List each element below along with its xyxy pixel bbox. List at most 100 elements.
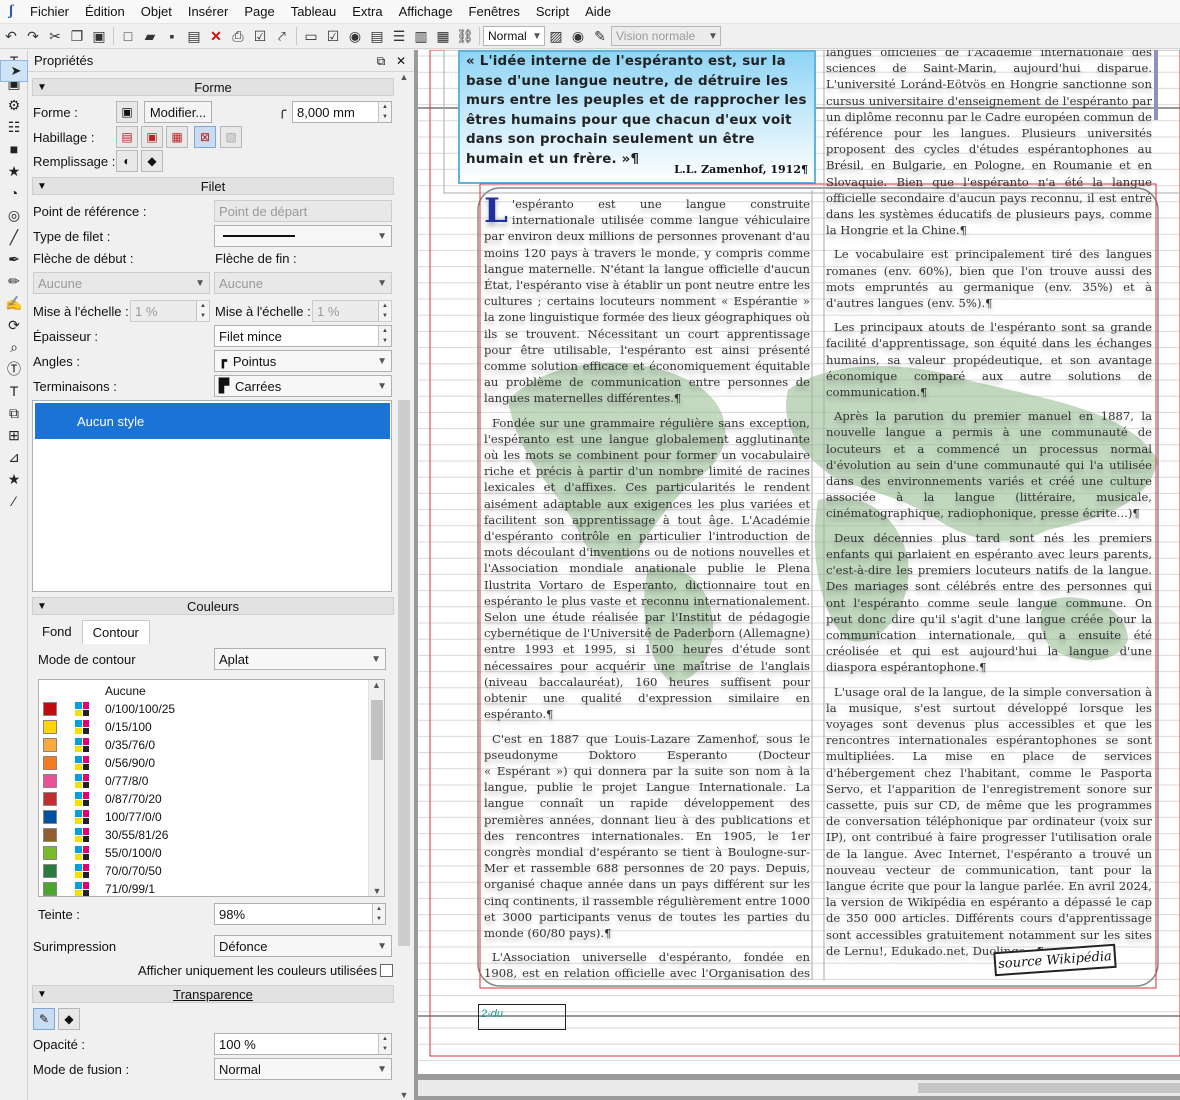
print-icon[interactable]: ⎙ (227, 25, 249, 47)
wrap-none-icon[interactable]: ▤ (116, 126, 138, 148)
menu-aide[interactable]: Aide (577, 0, 619, 24)
rotate-tool-icon[interactable]: ⟳ (0, 314, 28, 336)
wrap-bbox-icon[interactable]: ▦ (166, 126, 188, 148)
echelle-input-2[interactable]: 1 % ▲ ▼ (312, 300, 392, 322)
calligraphic-tool-icon[interactable]: ✍ (0, 292, 28, 314)
teinte-input[interactable]: 98% ▲ ▼ (214, 903, 386, 925)
scroll-down-icon[interactable]: ▼ (369, 886, 384, 896)
redo-icon[interactable]: ↷ (22, 25, 44, 47)
scroll-up-icon[interactable]: ▲ (396, 72, 412, 82)
fusion-select[interactable]: Normal ▼ (214, 1058, 392, 1080)
fleche-debut-select[interactable]: Aucune ▼ (33, 272, 210, 294)
pdf-export-icon[interactable]: ⤤ (271, 25, 293, 47)
color-row[interactable]: 30/55/81/26 (39, 826, 369, 844)
terminaisons-select[interactable]: ▛ Carrées ▼ (214, 375, 392, 397)
color-list-scrollbar[interactable]: ▲ ▼ (368, 680, 384, 896)
horizontal-scrollbar[interactable] (418, 1080, 1180, 1096)
menu-inserer[interactable]: Insérer (180, 0, 236, 24)
line-tool-icon[interactable]: ╱ (0, 226, 28, 248)
epaisseur-spinner[interactable]: ▲ ▼ (378, 326, 391, 346)
text-column-left[interactable]: L'espéranto est une langue construite in… (484, 196, 810, 980)
modifier-button[interactable]: Modifier... (144, 101, 212, 123)
color-row[interactable]: 0/35/76/0 (39, 736, 369, 754)
shape-tool-icon[interactable]: ■ (0, 138, 28, 160)
spin-down-icon[interactable]: ▼ (197, 311, 209, 321)
spin-up-icon[interactable]: ▲ (379, 102, 391, 112)
edit-mode-select[interactable]: Normal ▼ (483, 26, 545, 46)
color-row[interactable]: 100/77/0/0 (39, 808, 369, 826)
menu-script[interactable]: Script (528, 0, 577, 24)
angles-select[interactable]: ┏ Pointus ▼ (214, 350, 392, 372)
scrollbar-thumb[interactable] (371, 700, 383, 760)
teinte-spinner[interactable]: ▲ ▼ (372, 904, 385, 924)
link-frames-tool-icon[interactable]: ⧉ (0, 402, 28, 424)
tab-contour[interactable]: Contour (81, 620, 150, 644)
story-editor-tool-icon[interactable]: T (0, 380, 28, 402)
render-frame-tool-icon[interactable]: ⚙ (0, 94, 28, 116)
menu-tableau[interactable]: Tableau (283, 0, 345, 24)
color-row[interactable]: 0/87/70/20 (39, 790, 369, 808)
panel-scrollbar[interactable]: ▲ ▼ (396, 72, 412, 1100)
polygon-tool-icon[interactable]: ★ (0, 160, 28, 182)
menu-objet[interactable]: Objet (133, 0, 180, 24)
preflight-icon[interactable]: ☑ (249, 25, 271, 47)
scrollbar-thumb[interactable] (918, 1083, 1180, 1093)
spin-down-icon[interactable]: ▼ (379, 311, 391, 321)
menu-page[interactable]: Page (236, 0, 282, 24)
close-document-icon[interactable]: ✕ (205, 25, 227, 47)
combo-box-icon[interactable]: ▥ (410, 25, 432, 47)
menu-fichier[interactable]: Fichier (22, 0, 77, 24)
stroke-transparency-icon[interactable]: ✎ (33, 1008, 55, 1030)
spin-up-icon[interactable]: ▲ (379, 1034, 391, 1044)
shape-icon[interactable]: ▣ (116, 101, 138, 123)
undo-icon[interactable]: ↶ (0, 25, 22, 47)
open-document-icon[interactable]: ▰ (139, 25, 161, 47)
wrap-shape-icon[interactable]: ▣ (141, 126, 163, 148)
color-row[interactable]: 0/15/100 (39, 718, 369, 736)
select-tool-icon[interactable]: ➤ (0, 60, 28, 82)
menu-edition[interactable]: Édition (77, 0, 133, 24)
echelle-spinner-2[interactable]: ▲ ▼ (378, 301, 391, 321)
document-page[interactable]: « L'idée interne de l'espéranto est, sur… (418, 50, 1180, 1074)
fill-transparency-icon[interactable]: ◆ (58, 1008, 80, 1030)
color-row[interactable]: 55/0/100/0 (39, 844, 369, 862)
spin-down-icon[interactable]: ▼ (379, 1044, 391, 1054)
menu-fenetres[interactable]: Fenêtres (461, 0, 528, 24)
cut-icon[interactable]: ✂ (44, 25, 66, 47)
color-row[interactable]: 0/77/8/0 (39, 772, 369, 790)
copy-icon[interactable]: ❐ (66, 25, 88, 47)
close-icon[interactable]: ✕ (392, 52, 410, 70)
menu-extra[interactable]: Extra (344, 0, 390, 24)
fill-nonzero-icon[interactable]: ◆ (141, 150, 163, 172)
scroll-down-icon[interactable]: ▼ (396, 1090, 412, 1100)
scroll-up-icon[interactable]: ▲ (369, 680, 384, 690)
color-row-none[interactable]: Aucune (39, 682, 369, 700)
bezier-tool-icon[interactable]: ✒ (0, 248, 28, 270)
paste-icon[interactable]: ▣ (88, 25, 110, 47)
zoom-tool-icon[interactable]: ⌕ (0, 336, 28, 358)
opacite-spinner[interactable]: ▲ ▼ (378, 1034, 391, 1054)
tab-fond[interactable]: Fond (32, 620, 82, 644)
copy-properties-tool-icon[interactable]: ★ (0, 468, 28, 490)
epaisseur-input[interactable]: Filet mince ▲ ▼ (214, 325, 392, 347)
wrap-image-icon[interactable]: ▧ (220, 126, 242, 148)
surimpression-select[interactable]: Défonce ▼ (214, 935, 392, 957)
pdf-text-annotation-icon[interactable]: ▦ (432, 25, 454, 47)
spin-down-icon[interactable]: ▼ (379, 112, 391, 122)
color-row[interactable]: 71/0/99/1 (39, 880, 369, 896)
spiral-tool-icon[interactable]: ◎ (0, 204, 28, 226)
section-transparence[interactable]: ▼ Transparence (32, 985, 394, 1003)
measure-tool-icon[interactable]: ⊿ (0, 446, 28, 468)
section-couleurs[interactable]: ▼ Couleurs (32, 597, 394, 615)
list-box-icon[interactable]: ☰ (388, 25, 410, 47)
arc-tool-icon[interactable]: ◔ (0, 182, 28, 204)
document-canvas[interactable]: « L'idée interne de l'espéranto est, sur… (414, 50, 1180, 1100)
text-column-right[interactable]: langues officielles de l'Académie intern… (826, 50, 1152, 964)
fleche-fin-select[interactable]: Aucune ▼ (214, 272, 392, 294)
quote-frame[interactable]: « L'idée interne de l'espéranto est, sur… (458, 50, 816, 184)
new-document-icon[interactable]: □ (117, 25, 139, 47)
spin-up-icon[interactable]: ▲ (197, 301, 209, 311)
pdf-link-icon[interactable]: ⛓ (454, 25, 476, 47)
preview-eye-icon[interactable]: ◉ (567, 25, 589, 47)
menu-affichage[interactable]: Affichage (391, 0, 461, 24)
